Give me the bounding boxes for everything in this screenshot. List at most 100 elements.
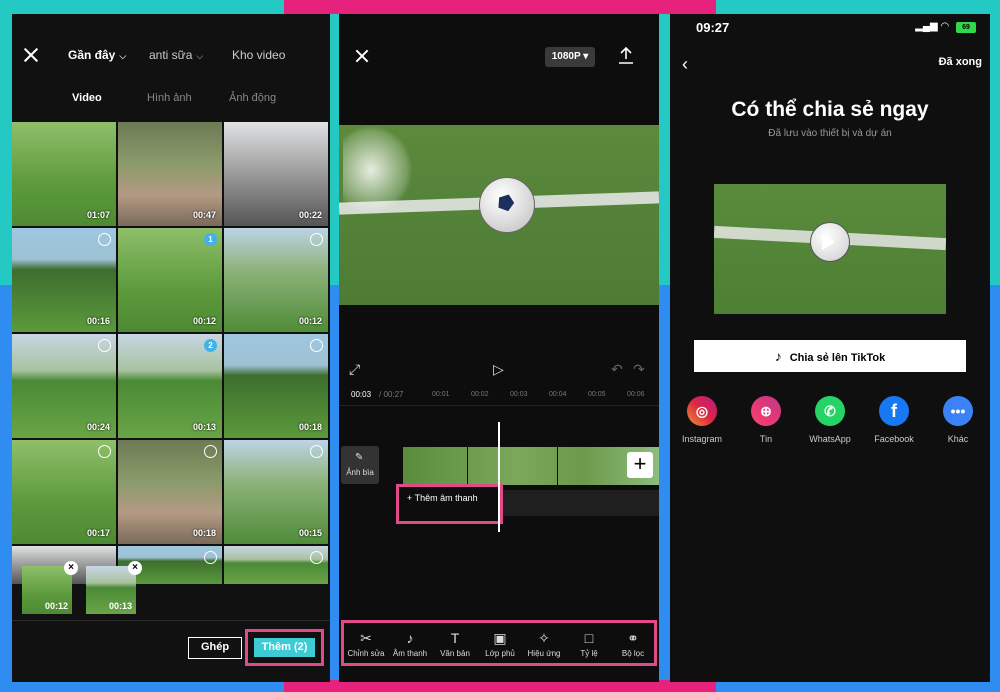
- share-subtitle: Đã lưu vào thiết bị và dự án: [768, 128, 892, 139]
- media-thumb[interactable]: 1 00:12: [118, 228, 222, 332]
- resolution-selector[interactable]: 1080P ▾: [545, 47, 595, 67]
- media-thumb[interactable]: 00:18: [118, 440, 222, 544]
- editor-toolbar: ✂ Chỉnh sửa ♪ Âm thanh T Văn bản ▣ Lớp phủ ✧…: [341, 620, 657, 666]
- video-preview[interactable]: [339, 125, 659, 305]
- select-circle-icon[interactable]: [98, 445, 111, 458]
- share-title: Có thể chia sẻ ngay: [731, 98, 929, 121]
- tool-label: Bộ lọc: [621, 649, 645, 658]
- tool-ratio[interactable]: □ Tỷ lệ: [567, 629, 611, 658]
- tool-text[interactable]: T Văn bản: [433, 629, 477, 658]
- share-tiktok-button[interactable]: ♪ Chia sẻ lên TikTok: [694, 340, 966, 372]
- tab-video-library[interactable]: Kho video: [232, 48, 285, 62]
- play-icon[interactable]: ▷: [493, 361, 504, 378]
- media-thumb[interactable]: 2 00:13: [118, 334, 222, 438]
- resolution-label: 1080P: [551, 51, 581, 62]
- app-label: Instagram: [681, 434, 723, 444]
- media-thumb[interactable]: 00:22: [224, 122, 328, 226]
- instagram-icon: ◎: [687, 396, 717, 426]
- battery-icon: 69: [956, 22, 976, 33]
- select-circle-icon[interactable]: [310, 445, 323, 458]
- tab-recent-label: Gần đây: [68, 48, 116, 62]
- media-thumb[interactable]: 01:07: [12, 122, 116, 226]
- tool-overlay[interactable]: ▣ Lớp phủ: [478, 629, 522, 658]
- tool-filter[interactable]: ⚭ Bộ lọc: [611, 629, 655, 658]
- fullscreen-icon[interactable]: ⤢: [349, 361, 360, 378]
- close-icon[interactable]: [354, 48, 370, 64]
- close-icon[interactable]: [22, 46, 40, 64]
- video-clip-strip[interactable]: [403, 447, 659, 485]
- select-circle-icon[interactable]: [204, 445, 217, 458]
- share-instagram[interactable]: ◎ Instagram: [672, 396, 732, 444]
- select-circle-icon[interactable]: [98, 233, 111, 246]
- tool-label: Chỉnh sửa: [347, 649, 385, 658]
- app-label: Facebook: [874, 434, 914, 444]
- exported-video-preview[interactable]: [714, 184, 946, 314]
- picker-footer: Ghép Thêm (2): [12, 620, 330, 682]
- media-thumb[interactable]: 00:47: [118, 122, 222, 226]
- current-time: 00:03: [351, 390, 372, 399]
- duration-label: 00:18: [298, 422, 322, 432]
- export-icon[interactable]: [617, 46, 635, 66]
- selected-clip[interactable]: 00:13 ×: [86, 561, 142, 614]
- media-thumb[interactable]: 00:16: [12, 228, 116, 332]
- highlight-box: Thêm (2): [245, 629, 324, 666]
- duration-label: 00:16: [86, 316, 110, 326]
- media-thumb[interactable]: 00:12: [224, 228, 328, 332]
- add-button[interactable]: Thêm (2): [254, 638, 315, 657]
- share-whatsapp[interactable]: ✆ WhatsApp: [800, 396, 860, 444]
- tab-album[interactable]: anti sữa ⌵: [149, 48, 203, 62]
- share-messages[interactable]: ⊕ Tin: [736, 396, 796, 444]
- tick-label: 00:03: [510, 391, 528, 398]
- effects-icon: ✧: [538, 630, 550, 646]
- cover-button[interactable]: ✎ Ảnh bìa: [341, 446, 379, 484]
- remove-icon[interactable]: ×: [64, 561, 78, 575]
- duration-label: 00:17: [86, 528, 110, 538]
- tool-effects[interactable]: ✧ Hiệu ứng: [522, 629, 566, 658]
- picker-header: Gần đây ⌵ anti sữa ⌵ Kho video: [12, 42, 330, 72]
- undo-icon[interactable]: ↶: [611, 361, 623, 378]
- play-icon[interactable]: [822, 234, 835, 250]
- tiktok-label: Chia sẻ lên TikTok: [789, 352, 886, 364]
- done-button[interactable]: Đã xong: [939, 56, 982, 68]
- status-bar: 09:27 ▂▄▆ ◠ 69: [670, 14, 990, 40]
- subtab-images[interactable]: Hình ảnh: [147, 92, 192, 104]
- duration-label: 00:12: [44, 601, 68, 611]
- share-more[interactable]: ••• Khác: [928, 396, 988, 444]
- media-thumb[interactable]: 00:17: [12, 440, 116, 544]
- selected-tray: 00:12 × 00:13 ×: [12, 560, 330, 620]
- back-icon[interactable]: ‹: [682, 54, 688, 75]
- tab-video-library-label: Kho video: [232, 48, 286, 62]
- select-circle-icon[interactable]: [98, 339, 111, 352]
- selection-number-badge[interactable]: 2: [204, 339, 217, 352]
- select-circle-icon[interactable]: [310, 339, 323, 352]
- subtab-video[interactable]: Video: [72, 92, 102, 104]
- tab-recent[interactable]: Gần đây ⌵: [68, 48, 126, 62]
- selection-number-badge[interactable]: 1: [204, 233, 217, 246]
- media-thumb[interactable]: 00:18: [224, 334, 328, 438]
- add-audio-button[interactable]: + Thêm âm thanh: [407, 493, 478, 503]
- share-apps: ◎ Instagram ⊕ Tin ✆ WhatsApp f Facebook …: [670, 396, 990, 456]
- filter-icon: ⚭: [627, 630, 639, 646]
- select-circle-icon[interactable]: [310, 233, 323, 246]
- selected-clip[interactable]: 00:12 ×: [22, 561, 78, 614]
- merge-button[interactable]: Ghép: [188, 637, 242, 659]
- tool-label: Lớp phủ: [485, 649, 515, 658]
- tool-audio[interactable]: ♪ Âm thanh: [388, 629, 432, 658]
- remove-icon[interactable]: ×: [128, 561, 142, 575]
- soccer-ball: [479, 177, 535, 233]
- playhead[interactable]: [498, 422, 500, 532]
- signal-icon: ▂▄▆: [915, 21, 938, 32]
- duration-label: 00:18: [192, 528, 216, 538]
- add-clip-button[interactable]: +: [627, 452, 653, 478]
- share-facebook[interactable]: f Facebook: [864, 396, 924, 444]
- redo-icon[interactable]: ↷: [633, 361, 645, 378]
- tiktok-icon: ♪: [774, 348, 782, 364]
- clip-divider: [557, 447, 558, 485]
- media-thumb[interactable]: 00:15: [224, 440, 328, 544]
- tick-label: 00:02: [471, 391, 489, 398]
- chevron-down-icon: ⌵: [196, 51, 204, 61]
- tab-album-label: anti sữa: [149, 48, 193, 62]
- tool-edit[interactable]: ✂ Chỉnh sửa: [344, 629, 388, 658]
- subtab-gifs[interactable]: Ảnh động: [229, 92, 276, 104]
- media-thumb[interactable]: 00:24: [12, 334, 116, 438]
